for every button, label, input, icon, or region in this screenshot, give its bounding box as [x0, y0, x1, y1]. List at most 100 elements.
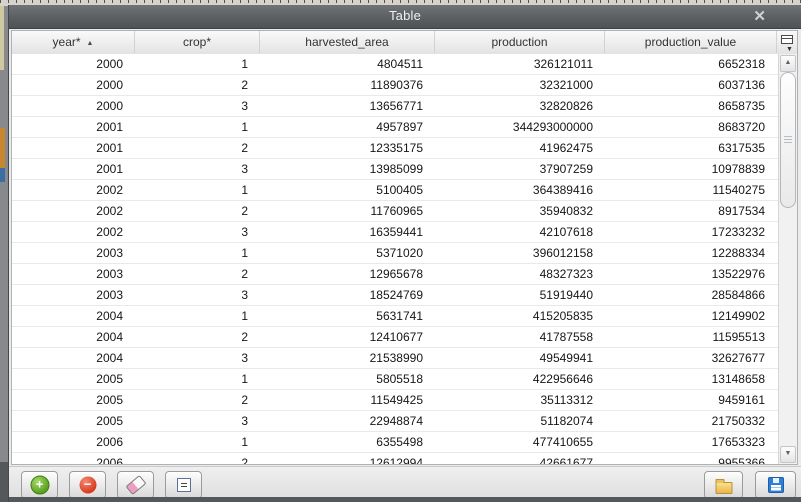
table-cell[interactable]: 2 [135, 327, 260, 347]
titlebar[interactable]: Table ✕ [9, 5, 801, 29]
table-cell[interactable]: 2 [135, 453, 260, 464]
close-icon[interactable]: ✕ [753, 7, 766, 26]
table-cell[interactable]: 9459161 [605, 390, 777, 410]
table-cell[interactable]: 12410677 [260, 327, 435, 347]
table-cell[interactable]: 4804511 [260, 54, 435, 74]
table-cell[interactable]: 2 [135, 390, 260, 410]
table-cell[interactable]: 3 [135, 348, 260, 368]
table-cell[interactable]: 10978839 [605, 159, 777, 179]
erase-record-button[interactable] [117, 471, 154, 499]
table-cell[interactable]: 1 [135, 432, 260, 452]
vertical-scrollbar[interactable]: ▲ ▼ [778, 54, 797, 464]
table-cell[interactable]: 2000 [12, 75, 135, 95]
table-cell[interactable]: 35113312 [435, 390, 605, 410]
table-cell[interactable]: 2002 [12, 201, 135, 221]
table-cell[interactable]: 2006 [12, 432, 135, 452]
table-cell[interactable]: 2002 [12, 180, 135, 200]
table-cell[interactable]: 32321000 [435, 75, 605, 95]
column-header-harvested-area[interactable]: harvested_area [260, 31, 435, 53]
open-table-button[interactable] [704, 471, 743, 499]
table-cell[interactable]: 16359441 [260, 222, 435, 242]
table-cell[interactable]: 2005 [12, 390, 135, 410]
table-cell[interactable]: 364389416 [435, 180, 605, 200]
table-cell[interactable]: 2004 [12, 327, 135, 347]
table-cell[interactable]: 6317535 [605, 138, 777, 158]
table-cell[interactable]: 2006 [12, 453, 135, 464]
table-cell[interactable]: 13656771 [260, 96, 435, 116]
table-cell[interactable]: 8658735 [605, 96, 777, 116]
column-header-production-value[interactable]: production_value [605, 31, 777, 53]
table-cell[interactable]: 1 [135, 243, 260, 263]
table-cell[interactable]: 415205835 [435, 306, 605, 326]
table-cell[interactable]: 2 [135, 75, 260, 95]
table-cell[interactable]: 3 [135, 159, 260, 179]
table-cell[interactable]: 6355498 [260, 432, 435, 452]
table-cell[interactable]: 13985099 [260, 159, 435, 179]
column-header-crop[interactable]: crop* [135, 31, 260, 53]
table-cell[interactable]: 17233232 [605, 222, 777, 242]
table-cell[interactable]: 5371020 [260, 243, 435, 263]
table-cell[interactable]: 13522976 [605, 264, 777, 284]
column-header-year[interactable]: year*▲ [12, 31, 135, 53]
table-cell[interactable]: 21538990 [260, 348, 435, 368]
add-record-button[interactable]: + [21, 471, 58, 499]
table-cell[interactable]: 9955366 [605, 453, 777, 464]
table-cell[interactable]: 396012158 [435, 243, 605, 263]
table-cell[interactable]: 12335175 [260, 138, 435, 158]
table-cell[interactable]: 41962475 [435, 138, 605, 158]
record-view-button[interactable] [165, 471, 202, 499]
table-cell[interactable]: 6037136 [605, 75, 777, 95]
table-cell[interactable]: 3 [135, 411, 260, 431]
table-cell[interactable]: 5631741 [260, 306, 435, 326]
table-cell[interactable]: 5100405 [260, 180, 435, 200]
table-cell[interactable]: 21750332 [605, 411, 777, 431]
remove-record-button[interactable]: − [69, 471, 106, 499]
table-cell[interactable]: 1 [135, 117, 260, 137]
table-cell[interactable]: 2 [135, 138, 260, 158]
table-cell[interactable]: 12288334 [605, 243, 777, 263]
table-cell[interactable]: 344293000000 [435, 117, 605, 137]
scrollbar-thumb[interactable] [780, 72, 796, 208]
table-cell[interactable]: 1 [135, 306, 260, 326]
save-table-button[interactable] [755, 471, 796, 499]
table-cell[interactable]: 5805518 [260, 369, 435, 389]
table-cell[interactable]: 2003 [12, 264, 135, 284]
scroll-up-button[interactable]: ▲ [780, 55, 796, 72]
table-cell[interactable]: 11549425 [260, 390, 435, 410]
table-cell[interactable]: 51182074 [435, 411, 605, 431]
table-cell[interactable]: 2004 [12, 306, 135, 326]
column-menu-button[interactable]: ▼ [777, 31, 797, 53]
table-cell[interactable]: 3 [135, 285, 260, 305]
table-cell[interactable]: 477410655 [435, 432, 605, 452]
table-cell[interactable]: 2 [135, 201, 260, 221]
table-cell[interactable]: 2001 [12, 159, 135, 179]
table-cell[interactable]: 326121011 [435, 54, 605, 74]
table-cell[interactable]: 2004 [12, 348, 135, 368]
table-cell[interactable]: 2000 [12, 96, 135, 116]
table-cell[interactable]: 48327323 [435, 264, 605, 284]
table-cell[interactable]: 28584866 [605, 285, 777, 305]
table-cell[interactable]: 11890376 [260, 75, 435, 95]
table-cell[interactable]: 12965678 [260, 264, 435, 284]
column-header-production[interactable]: production [435, 31, 605, 53]
table-cell[interactable]: 32627677 [605, 348, 777, 368]
table-cell[interactable]: 2005 [12, 369, 135, 389]
table-cell[interactable]: 8683720 [605, 117, 777, 137]
table-cell[interactable]: 49549941 [435, 348, 605, 368]
table-cell[interactable]: 42107618 [435, 222, 605, 242]
table-cell[interactable]: 22948874 [260, 411, 435, 431]
table-cell[interactable]: 2005 [12, 411, 135, 431]
table-cell[interactable]: 18524769 [260, 285, 435, 305]
table-cell[interactable]: 2003 [12, 243, 135, 263]
table-cell[interactable]: 1 [135, 54, 260, 74]
table-cell[interactable]: 2002 [12, 222, 135, 242]
table-cell[interactable]: 6652318 [605, 54, 777, 74]
table-cell[interactable]: 41787558 [435, 327, 605, 347]
table-cell[interactable]: 1 [135, 180, 260, 200]
table-cell[interactable]: 11760965 [260, 201, 435, 221]
table-cell[interactable]: 32820826 [435, 96, 605, 116]
table-cell[interactable]: 42661677 [435, 453, 605, 464]
table-cell[interactable]: 11540275 [605, 180, 777, 200]
table-cell[interactable]: 35940832 [435, 201, 605, 221]
scroll-down-button[interactable]: ▼ [780, 446, 796, 463]
